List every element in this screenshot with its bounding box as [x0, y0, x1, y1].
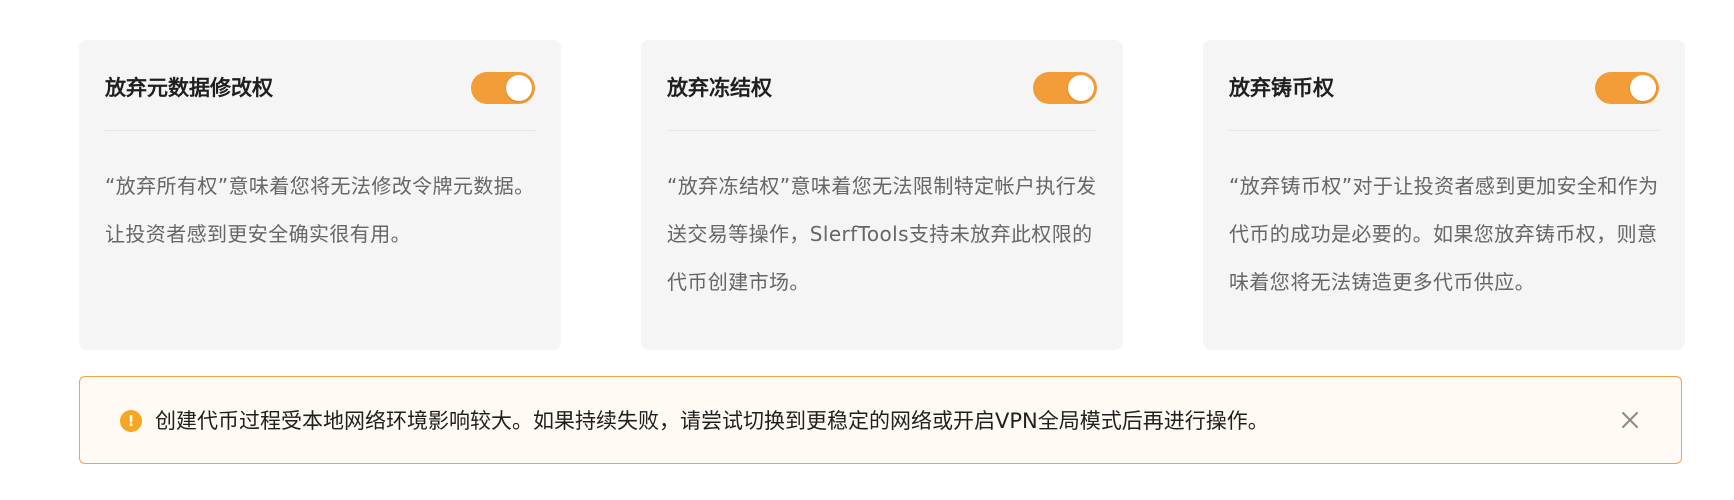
- card-title: 放弃铸币权: [1229, 76, 1334, 100]
- card-description: “放弃冻结权”意味着您无法限制特定帐户执行发送交易等操作，SlerfTools支…: [667, 174, 1097, 294]
- network-warning-alert: ! 创建代币过程受本地网络环境影响较大。如果持续失败，请尝试切换到更稳定的网络或…: [79, 376, 1682, 464]
- alert-message: 创建代币过程受本地网络环境影响较大。如果持续失败，请尝试切换到更稳定的网络或开启…: [155, 409, 1269, 433]
- card-revoke-metadata: 放弃元数据修改权 “放弃所有权”意味着您将无法修改令牌元数据。让投资者感到更安全…: [79, 40, 561, 350]
- divider: [667, 130, 1097, 131]
- revoke-mint-toggle[interactable]: [1595, 72, 1659, 104]
- close-icon[interactable]: [1617, 407, 1643, 433]
- card-title: 放弃冻结权: [667, 76, 772, 100]
- toggle-knob: [1068, 75, 1094, 101]
- card-description: “放弃铸币权”对于让投资者感到更加安全和作为代币的成功是必要的。如果您放弃铸币权…: [1229, 174, 1659, 294]
- card-revoke-freeze: 放弃冻结权 “放弃冻结权”意味着您无法限制特定帐户执行发送交易等操作，Slerf…: [641, 40, 1123, 350]
- card-description: “放弃所有权”意味着您将无法修改令牌元数据。让投资者感到更安全确实很有用。: [105, 174, 535, 246]
- card-title: 放弃元数据修改权: [105, 76, 273, 100]
- card-revoke-mint: 放弃铸币权 “放弃铸币权”对于让投资者感到更加安全和作为代币的成功是必要的。如果…: [1203, 40, 1685, 350]
- revoke-metadata-toggle[interactable]: [471, 72, 535, 104]
- divider: [1229, 130, 1659, 131]
- permission-cards: 放弃元数据修改权 “放弃所有权”意味着您将无法修改令牌元数据。让投资者感到更安全…: [79, 40, 1685, 350]
- page: 放弃元数据修改权 “放弃所有权”意味着您将无法修改令牌元数据。让投资者感到更安全…: [0, 0, 1734, 500]
- toggle-knob: [506, 75, 532, 101]
- toggle-knob: [1630, 75, 1656, 101]
- divider: [105, 130, 535, 131]
- revoke-freeze-toggle[interactable]: [1033, 72, 1097, 104]
- exclamation-circle-icon: !: [120, 410, 142, 432]
